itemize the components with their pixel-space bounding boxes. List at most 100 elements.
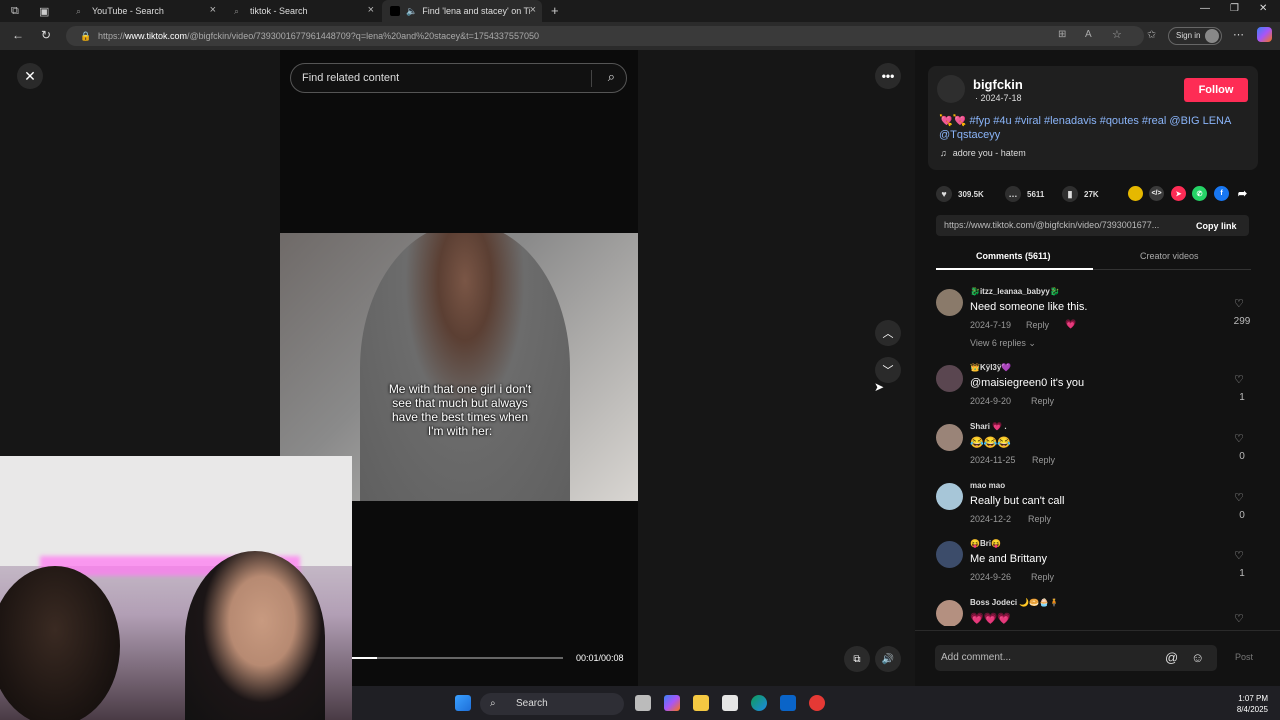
add-comment-field[interactable]: Add comment... @ ☺ [935,645,1217,671]
more-options-button[interactable]: ••• [875,63,901,89]
tab-creator-videos[interactable]: Creator videos [1140,251,1199,261]
comment-avatar[interactable] [936,424,963,451]
edge-icon[interactable] [751,695,767,711]
copilot-app-icon[interactable] [664,695,680,711]
embed-icon[interactable]: </> [1149,186,1164,201]
file-explorer-icon[interactable] [693,695,709,711]
like-comment-icon[interactable]: ♡ [1234,612,1244,625]
comment-avatar[interactable] [936,365,963,392]
like-comment-icon[interactable]: ♡ [1234,491,1244,504]
reply-button[interactable]: Reply [1028,514,1051,524]
bookmark-icon: ▮ [1062,186,1078,202]
tab-tiktok-search[interactable]: ⌕ tiktok - Search × [226,0,380,22]
new-tab-icon[interactable]: + [551,3,559,18]
workspaces-icon[interactable]: ⧉ [11,5,19,18]
close-tab-icon[interactable]: × [368,4,374,16]
windows-start-icon[interactable] [455,695,471,711]
comment-username[interactable]: Shari 💗 . [970,422,1007,431]
comment-username[interactable]: Boss Jodeci 🌙🥯🧁🧍 [970,598,1059,607]
related-search-field[interactable]: Find related content ⌕ [290,63,627,93]
post-button[interactable]: Post [1235,652,1253,662]
comment-username[interactable]: 🐉itzz_leanaa_babyy🐉 [970,287,1060,296]
sign-in-label: Sign in [1176,31,1201,40]
more-icon[interactable]: ⋯ [1233,28,1244,41]
save-button[interactable]: ▮ 27K [1062,186,1099,202]
reply-button[interactable]: Reply [1031,572,1054,582]
author-avatar[interactable] [937,75,965,103]
volume-button[interactable]: 🔊 [875,646,901,672]
comment-date: 2024-9-20 [970,396,1012,406]
app-icon[interactable] [809,695,825,711]
whatsapp-icon[interactable]: ✆ [1192,186,1207,201]
like-comment-icon[interactable]: ♡ [1234,373,1244,386]
comment-username[interactable]: 😝Bri😝 [970,539,1001,548]
video-progress-bar[interactable] [352,657,563,659]
comment-text: Me and Brittany [970,553,1048,565]
follow-button[interactable]: Follow [1184,78,1248,102]
url-field[interactable]: 🔒 https://www.tiktok.com/@bigfckin/video… [66,26,1144,46]
mention-icon[interactable]: @ [1165,645,1178,671]
reply-button[interactable]: Reply [1026,320,1049,330]
reply-button[interactable]: Reply [1031,396,1054,406]
task-view-icon[interactable] [635,695,651,711]
comment-avatar[interactable] [936,600,963,626]
emoji-icon[interactable]: ☺ [1191,645,1204,671]
clock-time: 1:07 PM [1238,694,1268,703]
app-available-icon[interactable]: ⊞ [1058,29,1066,40]
video-caption: Me with that one girl i don't see that m… [388,382,532,438]
refresh-icon[interactable]: ↻ [41,28,51,42]
windows-taskbar: ⌕ Search 1:07 PM 8/4/2025 [352,686,1280,720]
search-icon[interactable]: ⌕ [608,69,615,85]
tab-label: YouTube - Search [92,6,164,16]
chevron-up-icon: ︿ [882,328,894,340]
speaker-icon[interactable]: 🔈 [406,6,417,17]
video-subject-image [360,233,570,501]
read-aloud-icon[interactable]: A [1085,29,1092,40]
like-comment-icon[interactable]: ♡ [1234,432,1244,445]
previous-video-button[interactable]: ︿ [875,320,901,346]
tab-actions-icon[interactable]: ▣ [39,5,49,18]
like-comment-icon[interactable]: ♡ [1234,549,1244,562]
close-tab-icon[interactable]: × [530,4,536,16]
chevron-down-icon: ﹀ [882,365,894,377]
share-arrow-icon[interactable]: ➦ [1235,186,1250,201]
view-replies-label: View 6 replies [970,338,1026,348]
back-icon[interactable]: ← [12,28,24,42]
author-username[interactable]: bigfckin [973,77,1023,92]
tab-youtube[interactable]: ⌕ YouTube - Search × [68,0,222,22]
sign-in-button[interactable]: Sign in [1168,27,1222,45]
store-icon[interactable] [722,695,738,711]
coin-icon[interactable] [1128,186,1143,201]
webcam-person-left [0,566,120,720]
close-video-button[interactable]: ✕ [17,63,43,89]
comment-date: 2024-7-19 [970,320,1012,330]
minimize-icon[interactable]: — [1200,3,1210,14]
tab-tiktok-video[interactable]: 🔈 Find 'lena and stacey' on Tik × [382,0,542,22]
like-comment-icon[interactable]: ♡ [1234,297,1244,310]
send-icon[interactable]: ➤ [1171,186,1186,201]
comment-avatar[interactable] [936,541,963,568]
pip-button[interactable]: ⧉ [844,646,870,672]
taskbar-clock[interactable]: 1:07 PM 8/4/2025 [1237,693,1268,715]
facebook-icon[interactable]: f [1214,186,1229,201]
comment-username[interactable]: mao mao [970,481,1005,490]
like-button[interactable]: ♥ 309.5K [936,186,984,202]
music-link[interactable]: ♫ adore you - hatem [940,148,1026,158]
close-window-icon[interactable]: ✕ [1259,3,1267,14]
view-replies-button[interactable]: View 6 replies ⌄ [970,338,1036,349]
maximize-icon[interactable]: ❐ [1230,3,1239,14]
comment-avatar[interactable] [936,289,963,316]
close-tab-icon[interactable]: × [210,4,216,16]
url-path: /@bigfckin/video/7393001677961448709?q=l… [187,31,539,41]
reply-button[interactable]: Reply [1032,455,1055,465]
favorites-icon[interactable]: ✩ [1147,28,1156,41]
tab-comments[interactable]: Comments (5611) [976,251,1051,261]
taskbar-search[interactable]: ⌕ Search [480,693,624,715]
comment-username[interactable]: 👑Kÿl3ÿ💜 [970,363,1011,372]
comment-avatar[interactable] [936,483,963,510]
outlook-icon[interactable] [780,695,796,711]
copilot-icon[interactable] [1257,27,1272,42]
copy-link-button[interactable]: Copy link [1196,221,1237,231]
comment-button[interactable]: … 5611 [1005,186,1044,202]
favorite-star-icon[interactable]: ☆ [1112,28,1122,41]
